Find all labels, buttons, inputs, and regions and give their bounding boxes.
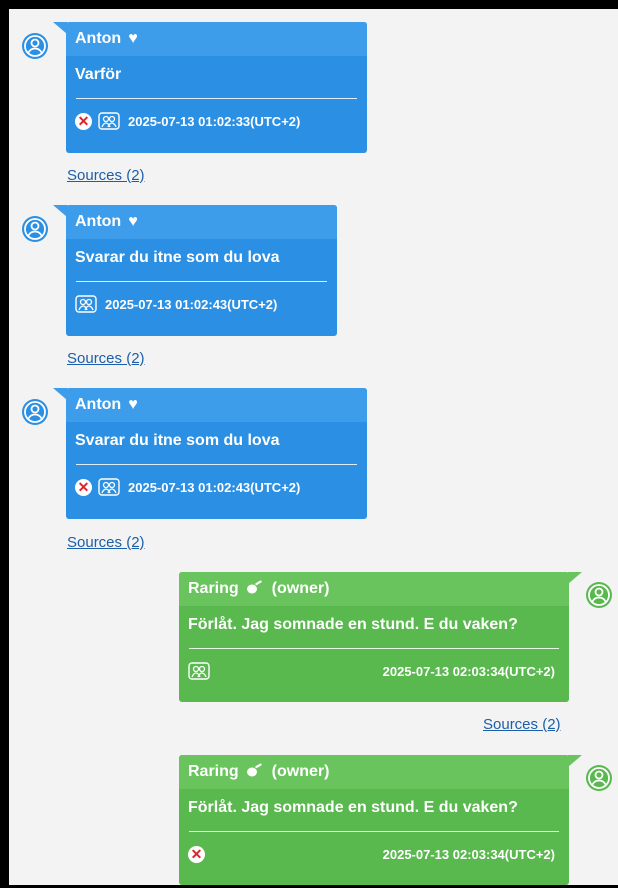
bubble-tail: [568, 755, 582, 767]
message-bubble[interactable]: Anton ♥ Svarar du itne som du lova 2025-…: [66, 205, 337, 336]
sources-link[interactable]: Sources (2): [67, 167, 145, 184]
heart-icon: ♥: [128, 30, 138, 47]
message-bubble[interactable]: Raring (owner) Förlåt. Jag somnade en st…: [179, 572, 569, 702]
group-icon[interactable]: [188, 662, 210, 680]
delete-icon[interactable]: ✕: [75, 478, 92, 496]
bubble-tail: [53, 388, 67, 400]
timestamp: 2025-07-13 01:02:33(UTC+2): [128, 113, 301, 129]
sender-name: Anton: [75, 396, 122, 413]
sender-name: Anton: [75, 213, 122, 230]
message-text: Varför: [75, 66, 122, 83]
bubble-tail: [568, 572, 582, 584]
owner-avatar-icon[interactable]: [586, 765, 612, 791]
heart-icon: ♥: [128, 213, 138, 230]
owner-label: (owner): [271, 763, 330, 780]
owner-avatar-icon[interactable]: [586, 582, 612, 608]
guitar-icon: [246, 762, 264, 783]
message-bubble[interactable]: Raring (owner) Förlåt. Jag somnade en st…: [179, 755, 569, 885]
bubble-tail: [53, 205, 67, 217]
sender-name: Anton: [75, 30, 122, 47]
sources-link[interactable]: Sources (2): [67, 534, 145, 551]
message-text: Förlåt. Jag somnade en stund. E du vaken…: [188, 616, 518, 633]
sources-link[interactable]: Sources (2): [483, 716, 561, 733]
timestamp: 2025-07-13 02:03:34(UTC+2): [382, 663, 555, 679]
bubble-tail: [53, 22, 67, 34]
message-text: Förlåt. Jag somnade en stund. E du vaken…: [188, 799, 518, 816]
group-icon[interactable]: [98, 478, 120, 496]
sender-name: Raring: [188, 763, 239, 780]
user-avatar-icon[interactable]: [22, 399, 48, 425]
owner-label: (owner): [271, 580, 330, 597]
guitar-icon: [246, 579, 264, 600]
group-icon[interactable]: [75, 295, 97, 313]
delete-icon[interactable]: ✕: [188, 845, 205, 863]
sender-name: Raring: [188, 580, 239, 597]
user-avatar-icon[interactable]: [22, 33, 48, 59]
timestamp: 2025-07-13 01:02:43(UTC+2): [105, 296, 278, 312]
message-text: Svarar du itne som du lova: [75, 432, 280, 449]
timestamp: 2025-07-13 02:03:34(UTC+2): [382, 846, 555, 862]
sources-link[interactable]: Sources (2): [67, 350, 145, 367]
message-text: Svarar du itne som du lova: [75, 249, 280, 266]
group-icon[interactable]: [98, 112, 120, 130]
heart-icon: ♥: [128, 396, 138, 413]
message-bubble[interactable]: Anton ♥ Svarar du itne som du lova ✕ 202…: [66, 388, 367, 519]
timestamp: 2025-07-13 01:02:43(UTC+2): [128, 479, 301, 495]
delete-icon[interactable]: ✕: [75, 112, 92, 130]
user-avatar-icon[interactable]: [22, 216, 48, 242]
message-bubble[interactable]: Anton ♥ Varför ✕ 2025-07-13 01:02:33(UTC…: [66, 22, 367, 153]
